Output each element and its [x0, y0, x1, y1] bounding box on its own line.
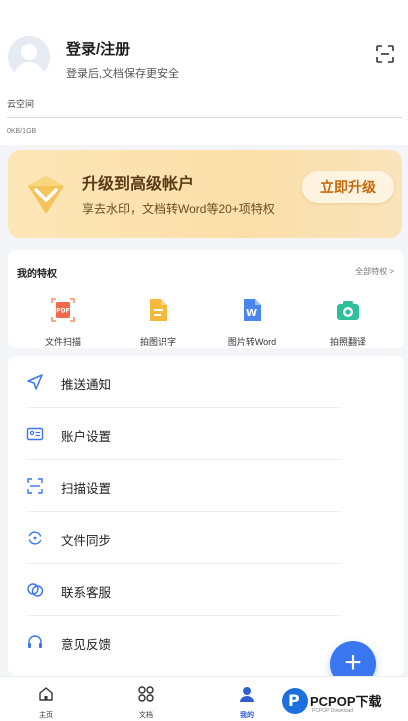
- svg-text:PDF: PDF: [56, 308, 69, 315]
- headset-icon: [28, 635, 42, 648]
- avatar[interactable]: [8, 36, 50, 78]
- menu-item-account-settings[interactable]: 账户设置: [8, 408, 404, 460]
- privilege-photo-translate[interactable]: 拍照翻译: [308, 296, 388, 348]
- pcpop-logo: P: [282, 688, 308, 714]
- chat-icon: [27, 583, 44, 597]
- tab-mine[interactable]: 我的: [227, 685, 267, 720]
- vip-upgrade-banner[interactable]: 升级到高级帐户 享去水印，文档转Word等20+项特权 立即升级: [8, 150, 402, 238]
- menu-item-scan-settings[interactable]: 扫描设置: [8, 460, 404, 512]
- tab-documents[interactable]: 文档: [126, 685, 166, 720]
- vip-title: 升级到高级帐户: [82, 176, 195, 193]
- send-icon: [27, 374, 43, 390]
- privilege-text-recognition[interactable]: 拍图识字: [118, 296, 198, 348]
- svg-text:W: W: [246, 308, 257, 319]
- menu-item-file-sync[interactable]: 文件同步: [8, 512, 404, 564]
- privilege-image-to-word[interactable]: W 图片转Word: [212, 296, 292, 348]
- scan-frame-icon: [27, 478, 43, 494]
- grid-icon: [138, 686, 154, 702]
- word-icon: W: [244, 299, 261, 321]
- my-privileges-card: 我的特权 全部特权 > PDF 文件扫描 拍图识字 W 图片转Word 拍照翻译: [8, 250, 404, 348]
- user-icon: [240, 687, 254, 702]
- settings-menu: 推送通知 账户设置 扫描设置 文件同步 联系客服 意见反馈: [8, 356, 404, 676]
- profile-header: 登录/注册 登录后,文档保存更安全 云空间 0KB/1GB: [0, 0, 408, 145]
- tab-home[interactable]: 主页: [26, 685, 66, 720]
- pdf-scan-icon: PDF: [51, 298, 75, 322]
- sync-icon: [28, 531, 42, 545]
- cloud-usage-bar: [7, 117, 402, 118]
- photo-translate-icon: [337, 301, 359, 320]
- menu-item-contact-support[interactable]: 联系客服: [8, 564, 404, 616]
- pcpop-watermark: P PCPOP下载 PCPOP Download: [282, 686, 408, 720]
- home-icon: [39, 687, 53, 701]
- menu-item-push-notification[interactable]: 推送通知: [8, 356, 404, 408]
- id-card-icon: [26, 427, 44, 441]
- login-hint: 登录后,文档保存更安全: [66, 68, 180, 80]
- vip-subtitle: 享去水印，文档转Word等20+项特权: [82, 202, 275, 216]
- cloud-space-label: 云空间: [7, 99, 35, 109]
- all-privileges-link[interactable]: 全部特权 >: [355, 266, 394, 277]
- login-register-link[interactable]: 登录/注册: [66, 38, 130, 59]
- upgrade-now-button[interactable]: 立即升级: [302, 171, 394, 203]
- privileges-title: 我的特权: [17, 269, 57, 280]
- scan-icon[interactable]: [375, 44, 395, 64]
- privilege-file-scan[interactable]: PDF 文件扫描: [23, 296, 103, 348]
- plus-icon: +: [344, 646, 362, 679]
- vip-crown-icon: [28, 176, 64, 214]
- text-recognition-icon: [150, 299, 167, 321]
- cloud-usage-text: 0KB/1GB: [7, 128, 37, 135]
